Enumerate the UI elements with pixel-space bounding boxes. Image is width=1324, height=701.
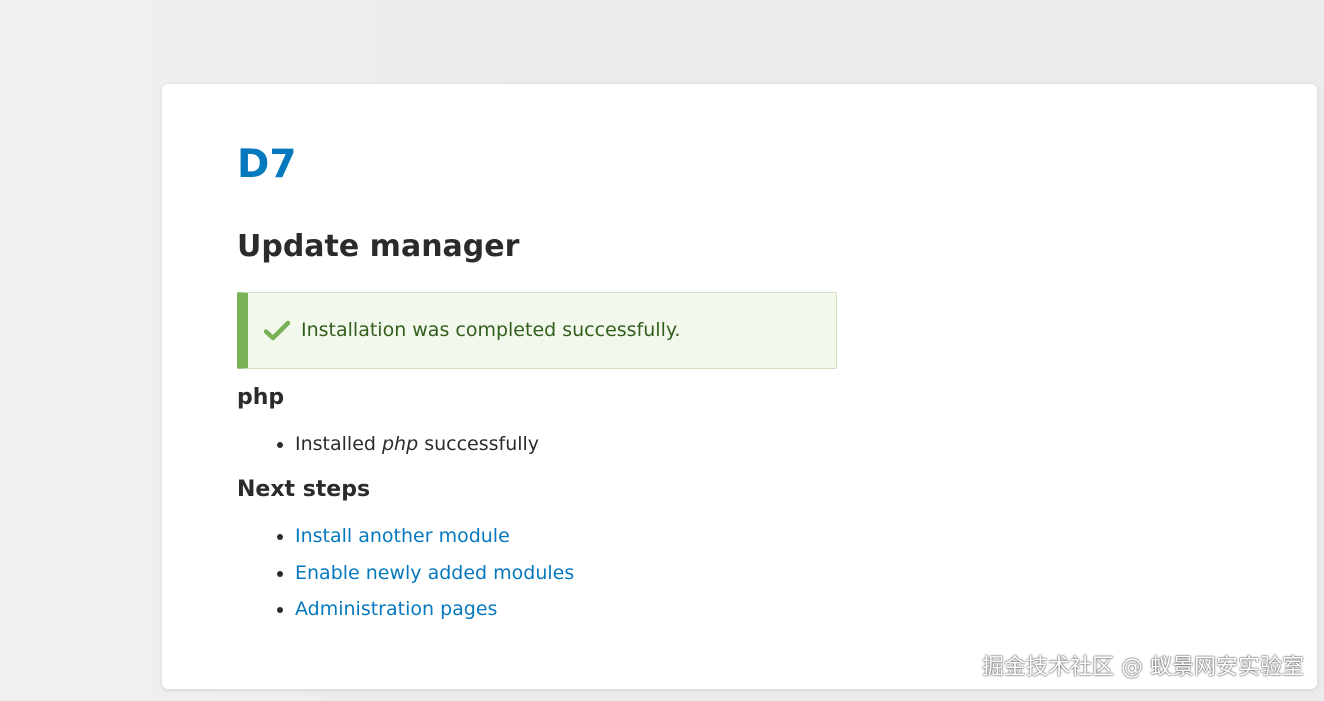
- list-item: Administration pages: [277, 597, 574, 621]
- project-heading: php: [237, 385, 285, 410]
- list-item: Enable newly added modules: [277, 561, 574, 585]
- check-icon: [264, 320, 290, 341]
- install-another-module-link[interactable]: Install another module: [295, 525, 510, 547]
- watermark-text: 掘金技术社区 @ 蚁景网安实验室: [982, 655, 1304, 680]
- administration-pages-link[interactable]: Administration pages: [295, 598, 497, 620]
- result-project-name: php: [381, 433, 419, 455]
- next-steps-list: Install another module Enable newly adde…: [277, 524, 574, 634]
- status-message-text: Installation was completed successfully.: [301, 319, 681, 341]
- site-name-link[interactable]: D7: [237, 142, 297, 188]
- enable-modules-link[interactable]: Enable newly added modules: [295, 562, 574, 584]
- project-result-list: Installed php successfully: [277, 432, 539, 456]
- result-prefix: Installed: [295, 433, 382, 455]
- page-title: Update manager: [237, 229, 520, 264]
- list-item: Install another module: [277, 524, 574, 548]
- main-content-card: D7 Update manager Installation was compl…: [162, 84, 1317, 689]
- list-item: Installed php successfully: [277, 432, 539, 456]
- next-steps-heading: Next steps: [237, 477, 371, 502]
- status-message-success: Installation was completed successfully.: [237, 292, 837, 369]
- result-suffix: successfully: [418, 433, 540, 455]
